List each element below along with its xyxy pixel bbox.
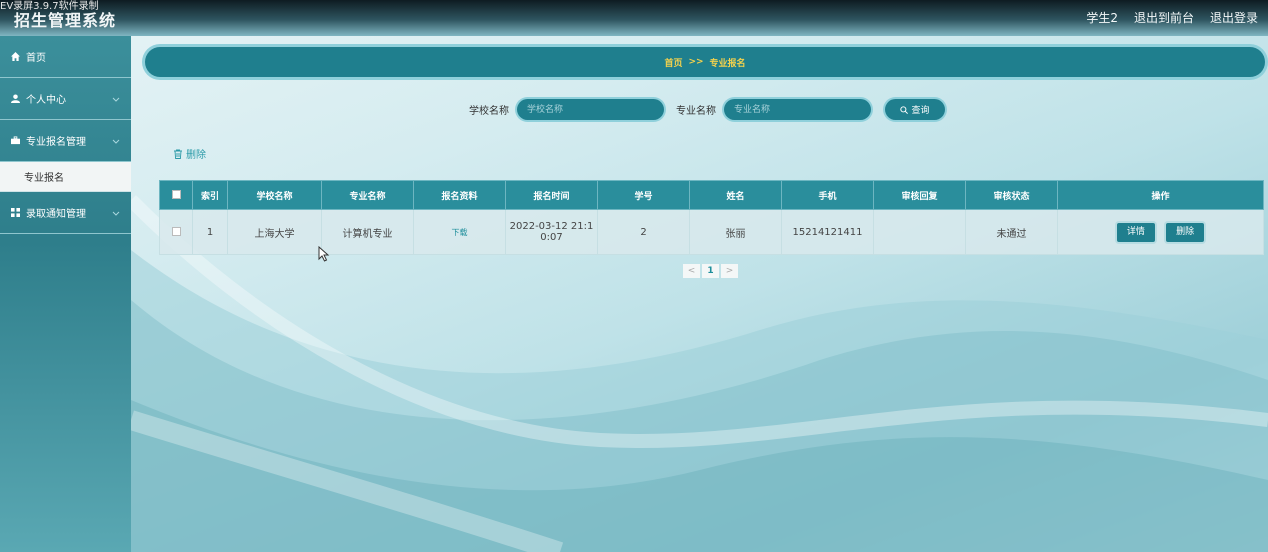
row-checkbox[interactable] (171, 227, 181, 236)
detail-button[interactable]: 详情 (1116, 222, 1155, 242)
main-content: 首页 >> 专业报名 学校名称 专业名称 查询 删除 索引 学校名称 专业名称 (131, 36, 1268, 552)
column-header: 操作 (1057, 180, 1264, 210)
time-cell: 2022-03-12 21:1 0:07 (505, 209, 598, 255)
column-header: 索引 (192, 180, 228, 210)
chevron-down-icon (112, 139, 120, 144)
major-name-label: 专业名称 (676, 106, 716, 117)
column-header: 报名资料 (413, 180, 506, 210)
home-icon (10, 52, 20, 62)
sidebar-item-major-registration-management[interactable]: 专业报名管理 (0, 120, 131, 162)
search-button-label: 查询 (911, 106, 930, 116)
bulk-delete-label: 删除 (186, 150, 206, 161)
sidebar: 首页 个人中心 专业报名管理 专业报名 录取通知管理 (0, 36, 131, 552)
chevron-down-icon (112, 211, 120, 216)
sidebar-item-personal-center[interactable]: 个人中心 (0, 78, 131, 120)
chevron-down-icon (112, 97, 120, 102)
column-header: 报名时间 (505, 180, 598, 210)
sidebar-item-home[interactable]: 首页 (0, 36, 131, 78)
briefcase-icon (10, 136, 20, 146)
column-header: 手机 (781, 180, 874, 210)
bulk-delete-button[interactable]: 删除 (173, 146, 206, 161)
search-bar: 学校名称 专业名称 查询 (469, 99, 945, 120)
school-cell: 上海大学 (227, 209, 322, 255)
sidebar-item-label: 首页 (26, 53, 46, 64)
sidebar-item-label: 录取通知管理 (26, 209, 86, 220)
download-link[interactable]: 下载 (452, 228, 468, 237)
sidebar-item-label: 个人中心 (26, 95, 66, 106)
top-links: 学生2 退出到前台 退出登录 (1086, 9, 1258, 26)
sidebar-subitem-major-registration[interactable]: 专业报名 (0, 162, 131, 192)
exit-to-frontend-link[interactable]: 退出到前台 (1134, 9, 1194, 26)
row-delete-button[interactable]: 删除 (1166, 222, 1205, 242)
sidebar-subitem-label: 专业报名 (24, 173, 64, 184)
sidebar-item-admission-notice-management[interactable]: 录取通知管理 (0, 192, 131, 234)
logout-link[interactable]: 退出登录 (1210, 9, 1258, 26)
column-header: 专业名称 (321, 180, 414, 210)
mouse-cursor-icon (318, 246, 330, 262)
status-cell: 未通过 (965, 209, 1058, 255)
next-page-button[interactable]: > (721, 264, 738, 278)
major-cell: 计算机专业 (321, 209, 414, 255)
student-no-cell: 2 (597, 209, 690, 255)
school-name-input[interactable] (517, 99, 664, 120)
user-icon (10, 94, 20, 104)
pagination: < 1 > (683, 264, 738, 278)
row-select-cell[interactable] (159, 209, 193, 255)
app-title: 招生管理系统 (14, 11, 117, 30)
trash-icon (174, 149, 182, 159)
index-cell: 1 (192, 209, 228, 255)
breadcrumb-current: 专业报名 (709, 58, 746, 69)
time-line-1: 2022-03-12 21:1 (509, 221, 594, 232)
breadcrumb-separator: >> (688, 57, 704, 67)
column-header: 学校名称 (227, 180, 322, 210)
actions-cell: 详情 删除 (1057, 209, 1264, 255)
column-header: 姓名 (689, 180, 782, 210)
search-button[interactable]: 查询 (885, 99, 945, 120)
top-bar: EV录屏3.9.7软件录制 招生管理系统 学生2 退出到前台 退出登录 (0, 0, 1268, 36)
select-all-header[interactable] (159, 180, 193, 210)
select-all-checkbox[interactable] (171, 190, 181, 199)
reply-cell (873, 209, 966, 255)
search-icon (900, 105, 909, 114)
name-cell: 张丽 (689, 209, 782, 255)
current-user-link[interactable]: 学生2 (1086, 9, 1118, 26)
column-header: 学号 (597, 180, 690, 210)
major-name-input[interactable] (724, 99, 871, 120)
grid-icon (10, 208, 20, 218)
table-header-row: 索引 学校名称 专业名称 报名资料 报名时间 学号 姓名 手机 审核回复 审核状… (159, 180, 1264, 210)
prev-page-button[interactable]: < (683, 264, 700, 278)
column-header: 审核状态 (965, 180, 1058, 210)
page-number-button[interactable]: 1 (702, 264, 719, 278)
column-header: 审核回复 (873, 180, 966, 210)
sidebar-item-label: 专业报名管理 (26, 137, 86, 148)
breadcrumb-home[interactable]: 首页 (664, 56, 682, 69)
breadcrumb: 首页 >> 专业报名 (145, 47, 1265, 77)
material-cell: 下载 (413, 209, 506, 255)
time-line-2: 0:07 (540, 232, 563, 243)
phone-cell: 15214121411 (781, 209, 874, 255)
school-name-label: 学校名称 (469, 106, 509, 117)
registration-table: 索引 学校名称 专业名称 报名资料 报名时间 学号 姓名 手机 审核回复 审核状… (159, 180, 1264, 255)
